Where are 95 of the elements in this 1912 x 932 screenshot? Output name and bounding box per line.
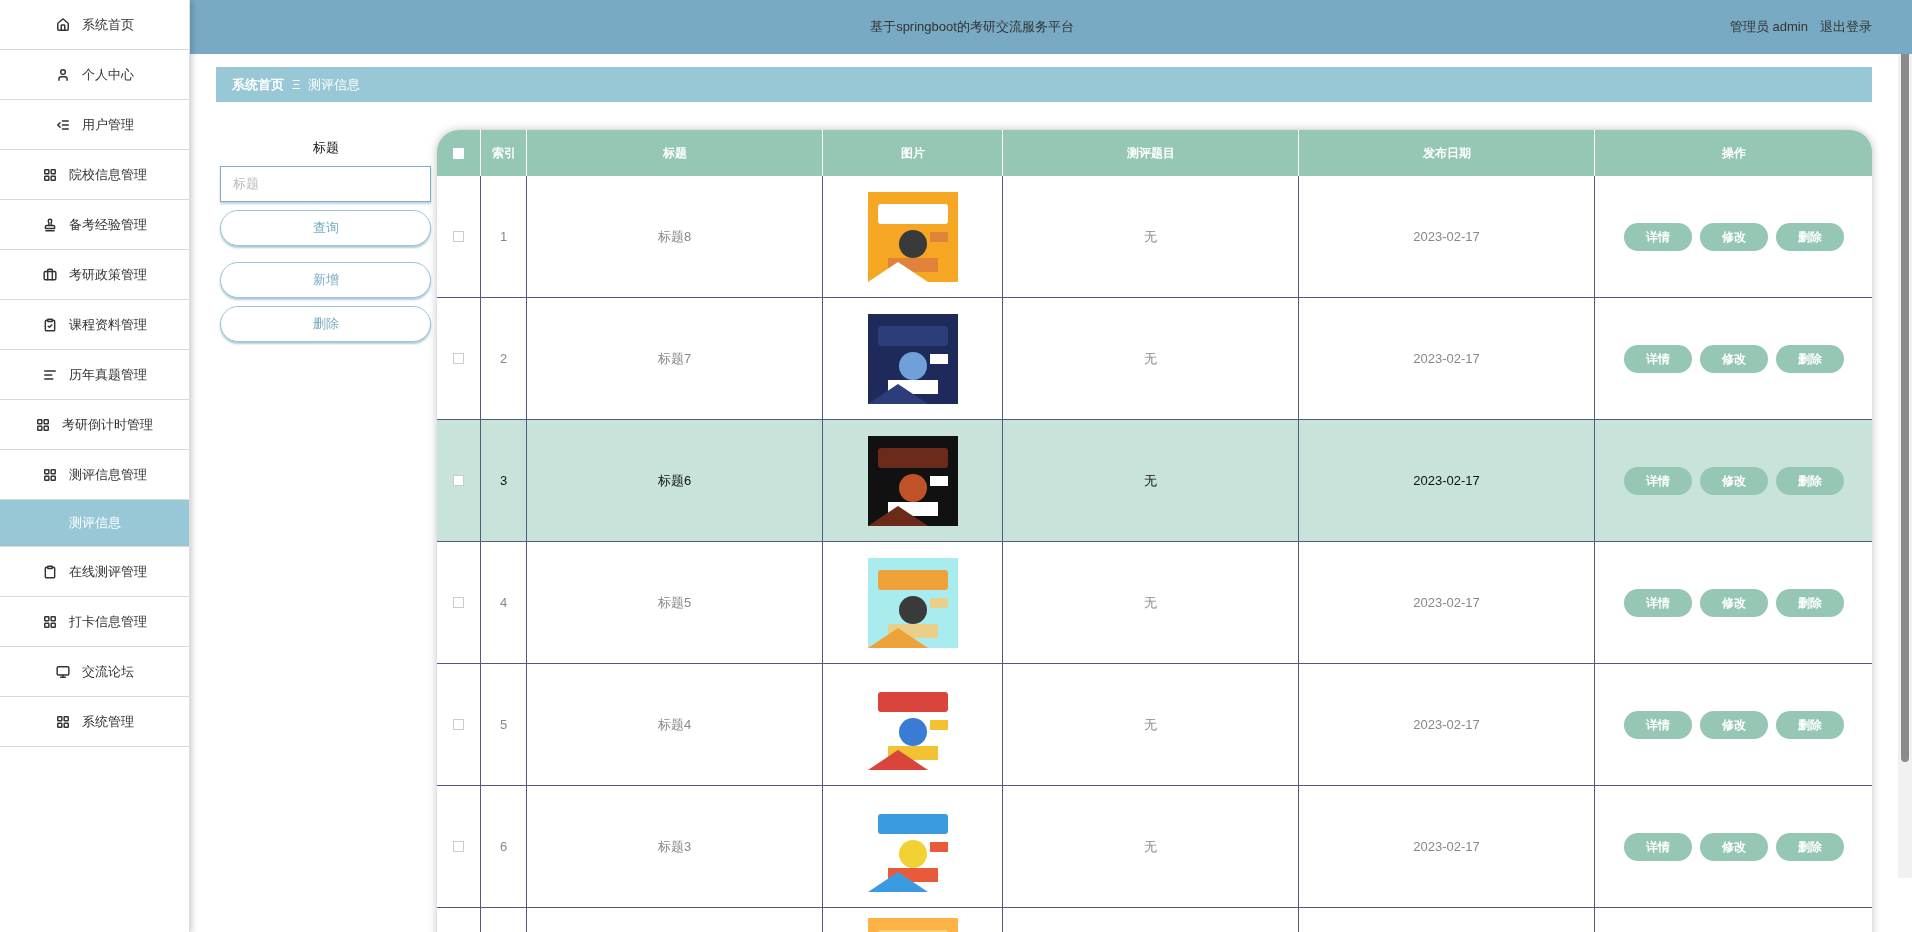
title-cell-text: 标题5 [657, 593, 692, 612]
row-action-button[interactable]: 详情 [1623, 222, 1692, 251]
row-action-button[interactable]: 修改 [1699, 588, 1768, 617]
row-action-button[interactable]: 详情 [1623, 710, 1692, 739]
row-action-button[interactable]: 修改 [1699, 222, 1768, 251]
action-button[interactable]: 查询 [220, 209, 431, 246]
sidebar-item[interactable]: 系统管理 [0, 697, 189, 747]
sidebar-item[interactable]: 打卡信息管理 [0, 597, 189, 647]
table-row[interactable]: 3 标题6 无 2023-02-17 详情 修改 删除 [437, 420, 1872, 542]
user-label: 管理员 admin [1729, 18, 1808, 37]
sidebar-item[interactable]: 历年真题管理 [0, 350, 189, 400]
row-action-button[interactable]: 修改 [1699, 710, 1768, 739]
breadcrumb-link[interactable]: 系统首页 [232, 74, 284, 95]
table-row[interactable]: 2 标题7 无 2023-02-17 详情 修改 删除 [437, 298, 1872, 420]
grid-icon [42, 467, 57, 482]
question-cell-text: 无 [1144, 715, 1157, 734]
row-action-button[interactable]: 修改 [1699, 832, 1768, 861]
row-action-button[interactable]: 详情 [1623, 466, 1692, 495]
row-action-button[interactable]: 删除 [1775, 466, 1844, 495]
title-cell-text: 标题8 [657, 227, 692, 246]
field-label: 标题 [311, 139, 340, 157]
list-icon [55, 117, 70, 132]
question-cell-text: 无 [1144, 837, 1157, 856]
row-action-button[interactable]: 修改 [1699, 344, 1768, 373]
sidebar-subitem[interactable]: 测评信息 [0, 500, 189, 547]
sidebar-item[interactable]: 在线测评管理 [0, 547, 189, 597]
breadcrumb-separator: Ξ [292, 75, 301, 94]
grid-icon [55, 714, 70, 729]
index-cell-text: 3 [499, 471, 508, 490]
title-input[interactable]: 标题 [220, 165, 431, 202]
checkbox[interactable] [453, 475, 464, 486]
row-action-button[interactable]: 删除 [1775, 222, 1844, 251]
sidebar-item[interactable]: 课程资料管理 [0, 300, 189, 350]
checkbox[interactable] [453, 841, 464, 852]
grid-icon [42, 167, 57, 182]
table-row[interactable]: 4 标题5 无 2023-02-17 详情 修改 删除 [437, 542, 1872, 664]
index-cell-text: 5 [499, 715, 508, 734]
action-button[interactable]: 删除 [220, 305, 431, 342]
row-action-button[interactable]: 删除 [1775, 710, 1844, 739]
row-action-button[interactable]: 详情 [1623, 588, 1692, 617]
sidebar-item[interactable]: 测评信息管理 [0, 450, 189, 500]
logout-link[interactable]: 退出登录 [1820, 17, 1872, 37]
row-action-button[interactable]: 删除 [1775, 588, 1844, 617]
date-cell-text: 2023-02-17 [1413, 593, 1480, 612]
row-action-button[interactable]: 详情 [1623, 344, 1692, 373]
table-row[interactable]: 6 标题3 无 2023-02-17 详情 修改 删除 [437, 786, 1872, 908]
column-header: 操作 [1720, 145, 1747, 162]
date-cell-text: 2023-02-17 [1413, 227, 1480, 246]
sidebar-item[interactable]: 院校信息管理 [0, 150, 189, 200]
site-title: 基于springboot的考研交流服务平台 [869, 18, 1075, 37]
checkbox[interactable] [453, 231, 464, 242]
title-cell-text: 标题3 [657, 837, 692, 856]
grid-icon [36, 417, 50, 432]
clipboard-icon [42, 564, 57, 579]
date-cell-text: 2023-02-17 [1413, 471, 1480, 490]
title-cell-text: 标题6 [657, 471, 692, 490]
action-button[interactable]: 新增 [220, 261, 431, 298]
table-row[interactable]: 1 标题8 无 2023-02-17 详情 修改 删除 [437, 176, 1872, 298]
row-action-button[interactable]: 详情 [1623, 832, 1692, 861]
checkbox[interactable] [453, 597, 464, 608]
grid-icon [42, 614, 57, 629]
lines-icon [42, 367, 57, 382]
sidebar-item[interactable]: 考研倒计时管理 [0, 400, 189, 450]
sidebar-item[interactable]: 交流论坛 [0, 647, 189, 697]
title-cell-text: 标题7 [657, 349, 692, 368]
date-cell-text: 2023-02-17 [1413, 715, 1480, 734]
checkbox[interactable] [453, 353, 464, 364]
user-icon [55, 67, 70, 82]
row-action-button[interactable]: 修改 [1699, 466, 1768, 495]
question-cell-text: 无 [1144, 471, 1157, 490]
row-action-button[interactable]: 删除 [1775, 344, 1844, 373]
stamp-icon [42, 217, 57, 232]
question-cell-text: 无 [1144, 227, 1157, 246]
sidebar-item[interactable]: 个人中心 [0, 50, 189, 100]
sidebar-item[interactable]: 考研政策管理 [0, 250, 189, 300]
briefcase-icon [42, 267, 57, 282]
sidebar-item[interactable]: 用户管理 [0, 100, 189, 150]
breadcrumb-current: 测评信息 [308, 75, 361, 94]
date-cell-text: 2023-02-17 [1413, 837, 1480, 856]
index-cell-text: 1 [499, 227, 508, 246]
index-cell-text: 2 [499, 349, 508, 368]
question-cell-text: 无 [1144, 593, 1157, 612]
clipboard-check-icon [42, 317, 57, 332]
monitor-icon [55, 664, 70, 679]
index-cell-text: 6 [499, 837, 508, 856]
row-action-button[interactable]: 删除 [1775, 832, 1844, 861]
date-cell-text: 2023-02-17 [1413, 349, 1480, 368]
sidebar-item[interactable]: 备考经验管理 [0, 200, 189, 250]
title-cell-text: 标题4 [657, 715, 692, 734]
table-row[interactable]: 5 标题4 无 2023-02-17 详情 修改 删除 [437, 664, 1872, 786]
checkbox[interactable] [453, 719, 464, 730]
home-icon [55, 17, 70, 32]
sidebar-item[interactable]: 系统首页 [0, 0, 189, 50]
question-cell-text: 无 [1144, 349, 1157, 368]
index-cell-text: 4 [499, 593, 508, 612]
